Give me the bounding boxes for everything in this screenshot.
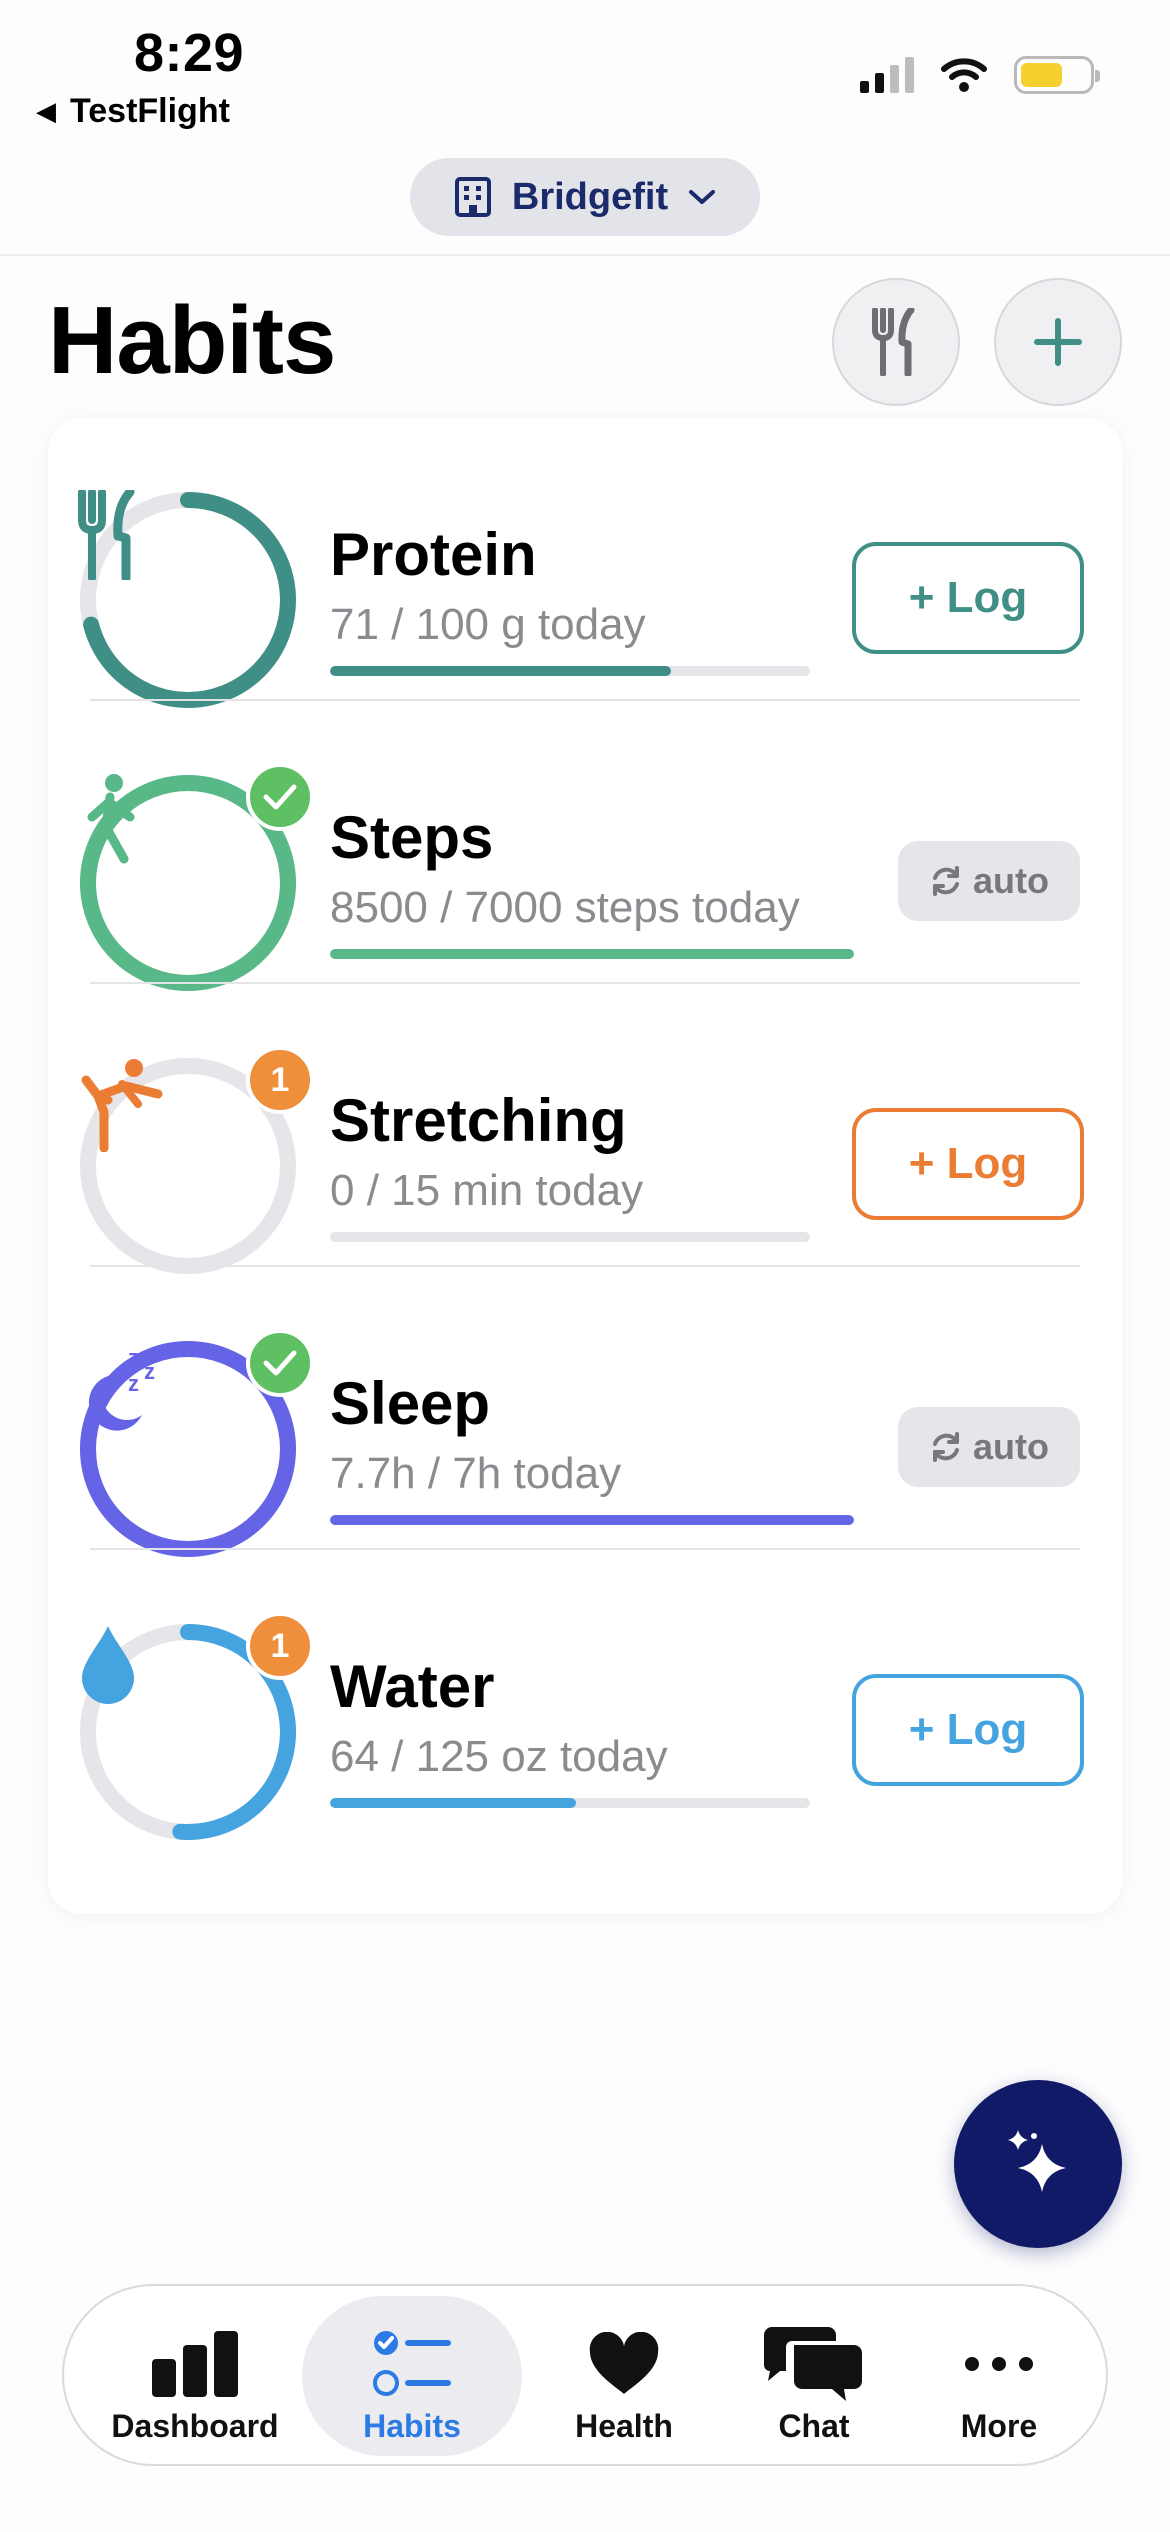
completed-badge: [246, 1329, 314, 1397]
tab-label: Health: [575, 2408, 673, 2444]
checkmark-icon: [263, 784, 297, 810]
auto-sync-chip[interactable]: auto: [898, 1407, 1080, 1487]
habit-name: Protein: [330, 521, 537, 588]
progress-bar: [330, 1232, 810, 1242]
tab-habits[interactable]: Habits: [302, 2296, 522, 2456]
status-time: 8:29: [134, 23, 245, 83]
plus-icon: [1034, 318, 1082, 366]
status-indicators: [860, 56, 1100, 94]
svg-text:z: z: [144, 1359, 155, 1384]
ai-assistant-button[interactable]: [954, 2080, 1122, 2248]
completed-badge: [246, 763, 314, 831]
habit-progress-text: 64 / 125 oz today: [330, 1732, 668, 1781]
bar-chart-icon: [152, 2331, 238, 2397]
heart-icon: [589, 2332, 659, 2394]
tab-more[interactable]: More: [914, 2296, 1084, 2456]
battery-icon: [1014, 56, 1100, 94]
back-to-app-link[interactable]: ◀ TestFlight: [36, 92, 230, 131]
walking-person-icon: [87, 774, 135, 866]
log-stretching-button[interactable]: + Log: [852, 1108, 1084, 1220]
chat-bubbles-icon: [764, 2327, 862, 2401]
page-title: Habits: [48, 287, 336, 394]
habits-list: Protein 71 / 100 g today + Log Steps 850…: [48, 418, 1122, 1914]
pending-count-badge: 1: [246, 1612, 314, 1680]
bottom-tab-bar: Dashboard Habits Health Chat More: [62, 2284, 1108, 2466]
moon-zzz-icon: z z z: [88, 1345, 155, 1431]
progress-ring: [78, 490, 298, 710]
tab-health[interactable]: Health: [534, 2296, 714, 2456]
building-icon: [454, 177, 491, 217]
organization-selector[interactable]: Bridgefit: [410, 158, 760, 236]
habit-progress-text: 0 / 15 min today: [330, 1166, 644, 1215]
back-app-label: TestFlight: [70, 92, 230, 130]
log-water-button[interactable]: + Log: [852, 1674, 1084, 1786]
svg-text:z: z: [128, 1371, 139, 1396]
habit-name: Water: [330, 1653, 495, 1720]
pending-count-badge: 1: [246, 1046, 314, 1114]
habit-row-sleep[interactable]: z z z Sleep 7.7h / 7h today auto: [48, 1267, 1122, 1557]
tab-dashboard[interactable]: Dashboard: [104, 2296, 286, 2456]
progress-bar: [330, 1515, 854, 1525]
ellipsis-icon: [965, 2357, 1033, 2371]
tab-label: Chat: [778, 2408, 850, 2444]
progress-bar: [330, 1798, 810, 1808]
tab-chat[interactable]: Chat: [726, 2296, 902, 2456]
sparkle-icon: [1008, 2130, 1066, 2192]
water-drop-icon: [82, 1626, 134, 1704]
chevron-down-icon: [689, 190, 716, 204]
progress-bar: [330, 949, 854, 959]
add-habit-button[interactable]: [994, 278, 1122, 406]
food-log-button[interactable]: [832, 278, 960, 406]
habit-row-protein[interactable]: Protein 71 / 100 g today + Log: [48, 418, 1122, 708]
cellular-signal-icon: [860, 57, 914, 93]
checkmark-icon: [263, 1350, 297, 1376]
auto-label: auto: [973, 860, 1049, 901]
checklist-icon: [373, 2331, 451, 2396]
habit-row-steps[interactable]: Steps 8500 / 7000 steps today auto: [48, 701, 1122, 991]
log-protein-button[interactable]: + Log: [852, 542, 1084, 654]
stretching-person-icon: [81, 1059, 163, 1152]
sync-icon: [933, 866, 959, 896]
habit-progress-text: 7.7h / 7h today: [330, 1449, 622, 1498]
habit-progress-text: 8500 / 7000 steps today: [330, 883, 800, 932]
habit-row-stretching[interactable]: 1 Stretching 0 / 15 min today + Log: [48, 984, 1122, 1274]
header-divider: [0, 254, 1170, 256]
organization-name: Bridgefit: [511, 175, 669, 218]
habit-progress-text: 71 / 100 g today: [330, 600, 646, 649]
auto-label: auto: [973, 1426, 1049, 1467]
auto-sync-chip[interactable]: auto: [898, 841, 1080, 921]
habit-row-water[interactable]: 1 Water 64 / 125 oz today + Log: [48, 1550, 1122, 1840]
back-triangle-icon: ◀: [36, 96, 56, 126]
fork-knife-icon: [78, 490, 135, 580]
sync-icon: [933, 1432, 959, 1462]
wifi-icon: [941, 58, 987, 92]
tab-label: Habits: [363, 2408, 461, 2444]
habit-name: Stretching: [330, 1087, 627, 1154]
habit-name: Steps: [330, 804, 494, 871]
fork-knife-icon: [872, 308, 915, 376]
svg-text:z: z: [128, 1345, 139, 1370]
tab-label: More: [960, 2408, 1038, 2444]
progress-bar: [330, 666, 810, 676]
tab-label: Dashboard: [111, 2408, 279, 2444]
habit-name: Sleep: [330, 1370, 491, 1437]
